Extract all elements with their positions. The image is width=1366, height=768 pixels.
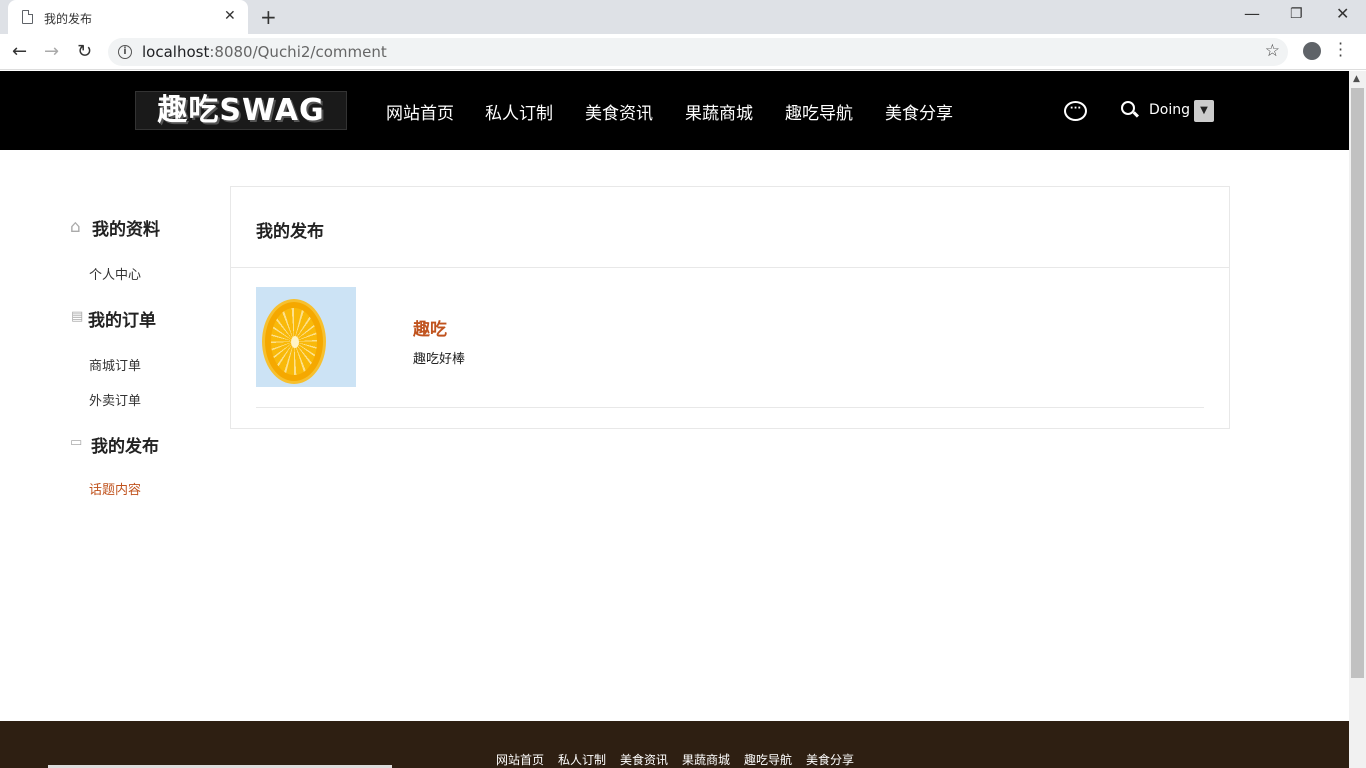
nav-item-guide[interactable]: 趣吃导航 — [785, 99, 853, 124]
nav-item-home[interactable]: 网站首页 — [386, 99, 454, 124]
new-tab-icon[interactable]: + — [260, 5, 277, 29]
address-toolbar: ← → ↻ i localhost:8080/Quchi2/comment ☆ … — [0, 34, 1366, 70]
sidebar-item-topics[interactable]: 话题内容 — [89, 479, 141, 498]
close-tab-icon[interactable]: ✕ — [224, 7, 236, 25]
forward-icon[interactable]: → — [44, 41, 59, 62]
sidebar-item-shop-orders[interactable]: 商城订单 — [89, 355, 141, 374]
page-title: 我的发布 — [256, 222, 324, 242]
search-icon[interactable] — [1121, 101, 1135, 115]
sidebar-group-posts: 我的发布 — [91, 437, 159, 457]
account-icon[interactable] — [1303, 42, 1321, 60]
url-host: localhost — [142, 43, 210, 61]
user-name[interactable]: Doing — [1149, 102, 1190, 118]
sidebar-item-takeout-orders[interactable]: 外卖订单 — [89, 390, 141, 409]
sidebar-group-orders: 我的订单 — [88, 311, 156, 331]
browser-tab-strip: 我的发布 ✕ + — ❐ ✕ — [0, 0, 1366, 34]
url-text[interactable]: localhost:8080/Quchi2/comment — [142, 43, 387, 61]
footer-link-guide[interactable]: 趣吃导航 — [744, 751, 792, 768]
footer-link-share[interactable]: 美食分享 — [806, 751, 854, 768]
home-icon: ⌂ — [70, 217, 81, 237]
footer-link-home[interactable]: 网站首页 — [496, 751, 544, 768]
nav-item-share[interactable]: 美食分享 — [885, 99, 953, 124]
document-icon: ▤ — [71, 309, 84, 324]
sidebar-item-personal-center[interactable]: 个人中心 — [89, 264, 141, 283]
url-path: :8080/Quchi2/comment — [209, 43, 387, 61]
site-header: 趣吃SWAG 网站首页 私人订制 美食资讯 果蔬商城 趣吃导航 美食分享 ···… — [0, 71, 1349, 150]
footer-link-custom[interactable]: 私人订制 — [558, 751, 606, 768]
bookmark-star-icon[interactable]: ☆ — [1265, 41, 1280, 61]
reload-icon[interactable]: ↻ — [77, 41, 92, 62]
footer-link-news[interactable]: 美食资讯 — [620, 751, 668, 768]
post-body: 趣吃好棒 — [413, 352, 466, 367]
page-icon — [22, 10, 33, 24]
site-logo[interactable]: 趣吃SWAG — [135, 91, 347, 130]
address-bar[interactable]: i localhost:8080/Quchi2/comment ☆ — [108, 38, 1288, 66]
orange-slice-image — [262, 299, 326, 384]
chevron-down-icon[interactable]: ▼ — [1194, 100, 1214, 122]
posts-panel: 我的发布 趣吃 趣吃好棒 — [230, 186, 1230, 429]
tab-title: 我的发布 — [44, 12, 93, 26]
close-window-icon[interactable]: ✕ — [1336, 4, 1349, 23]
nav-item-shop[interactable]: 果蔬商城 — [685, 99, 753, 124]
comment-icon: ▭ — [70, 435, 83, 450]
info-icon[interactable]: i — [118, 45, 132, 59]
chat-icon[interactable]: ··· — [1064, 101, 1087, 121]
sidebar-group-profile: 我的资料 — [92, 220, 160, 240]
minimize-icon[interactable]: — — [1244, 4, 1260, 23]
divider — [256, 407, 1204, 408]
menu-dots-icon[interactable]: · · · — [1338, 36, 1343, 64]
divider — [231, 267, 1229, 268]
site-footer: 网站首页 私人订制 美食资讯 果蔬商城 趣吃导航 美食分享 — [0, 721, 1349, 768]
post-image[interactable] — [256, 287, 356, 387]
post-title[interactable]: 趣吃 — [413, 315, 447, 340]
scrollbar[interactable]: ▲ — [1349, 71, 1366, 768]
scroll-up-icon[interactable]: ▲ — [1353, 74, 1360, 84]
back-icon[interactable]: ← — [12, 41, 27, 62]
restore-icon[interactable]: ❐ — [1290, 6, 1303, 22]
page-content: 趣吃SWAG 网站首页 私人订制 美食资讯 果蔬商城 趣吃导航 美食分享 ···… — [0, 71, 1349, 768]
scroll-thumb[interactable] — [1351, 88, 1364, 678]
browser-tab[interactable]: 我的发布 ✕ — [8, 0, 248, 34]
nav-item-custom[interactable]: 私人订制 — [485, 99, 553, 124]
nav-item-news[interactable]: 美食资讯 — [585, 99, 653, 124]
footer-link-shop[interactable]: 果蔬商城 — [682, 751, 730, 768]
